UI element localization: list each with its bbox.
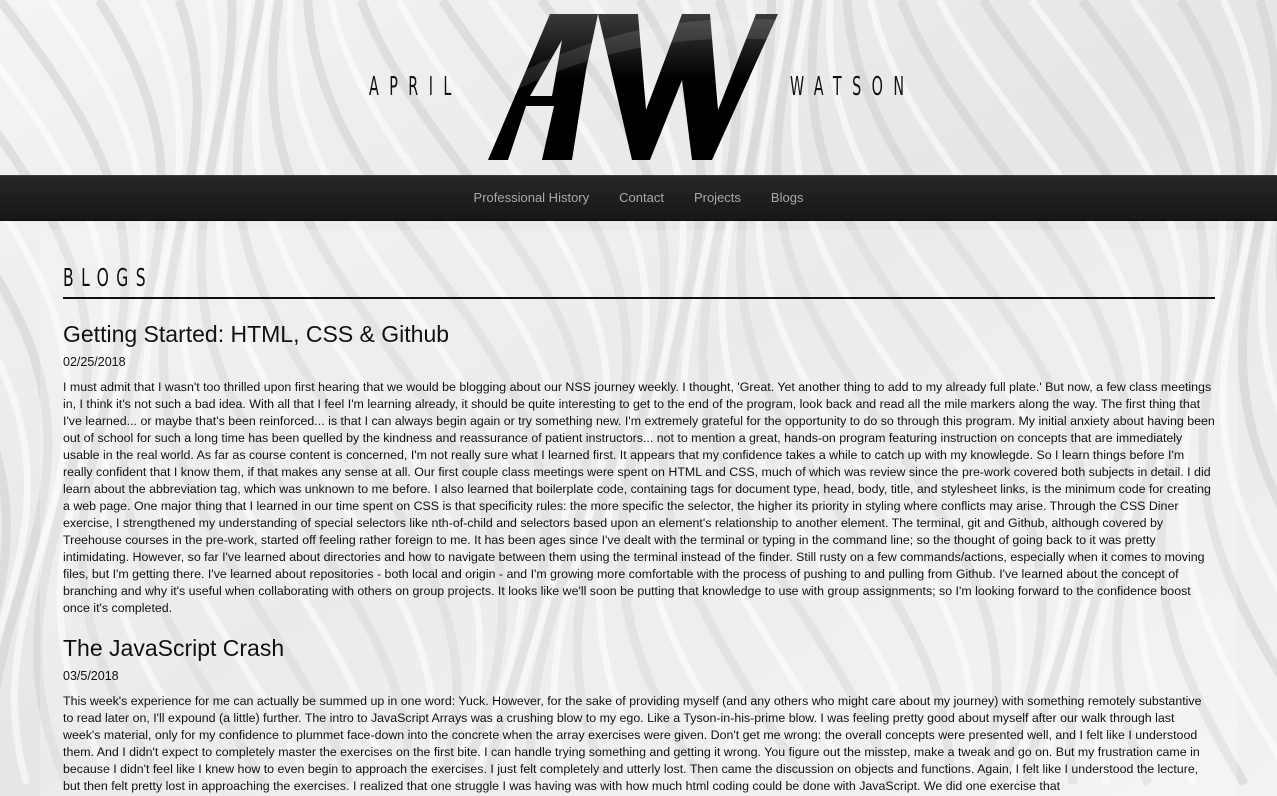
post-title: The JavaScript Crash <box>63 635 285 661</box>
blog-post: The JavaScript Crash 03/5/2018 This week… <box>63 634 1215 795</box>
nav-links: Professional History Contact Projects Bl… <box>459 175 819 221</box>
blog-post: Getting Started: HTML, CSS & Github 02/2… <box>63 320 1215 617</box>
post-date: 03/5/2018 <box>63 669 119 683</box>
nav-professional-history[interactable]: Professional History <box>459 175 605 221</box>
nav-blogs[interactable]: Blogs <box>756 175 819 221</box>
title-divider <box>63 297 1215 299</box>
aw-monogram-logo[interactable] <box>486 10 782 164</box>
main-content: BLOGS Getting Started: HTML, CSS & Githu… <box>63 221 1215 795</box>
logo-last-name: WATSON <box>790 72 915 102</box>
site-header: APRIL WATSON <box>0 0 1277 175</box>
post-title: Getting Started: HTML, CSS & Github <box>63 321 450 347</box>
logo-first-name: APRIL <box>369 72 462 102</box>
post-body: I must admit that I wasn't too thrilled … <box>63 380 1215 615</box>
nav-projects[interactable]: Projects <box>679 175 756 221</box>
post-date: 02/25/2018 <box>63 355 126 369</box>
main-nav: Professional History Contact Projects Bl… <box>0 175 1277 221</box>
post-body: This week's experience for me can actual… <box>63 694 1202 793</box>
nav-contact[interactable]: Contact <box>604 175 679 221</box>
page-title: BLOGS <box>63 263 153 292</box>
